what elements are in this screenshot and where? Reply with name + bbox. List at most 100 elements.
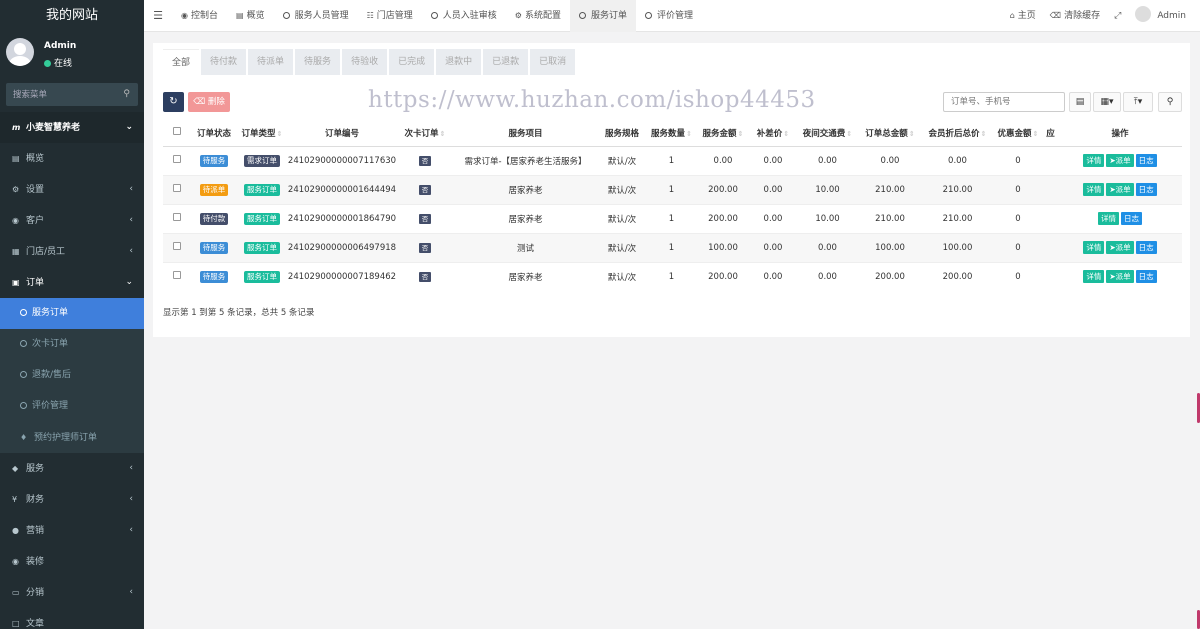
table-row[interactable]: 待派单 服务订单 24102900000001644494 否 居家养老 默认/次 1 200…: [163, 174, 1182, 204]
status-tab-to-serve[interactable]: 待服务: [295, 49, 341, 75]
col-order-no[interactable]: 订单编号: [287, 120, 397, 147]
detail-button[interactable]: 详情: [1083, 241, 1105, 254]
table-row[interactable]: 待付款 服务订单 24102900000001864790 否 居家养老 默认/次 1 200…: [163, 203, 1182, 233]
dispatch-button[interactable]: ➤派单: [1106, 183, 1134, 196]
col-night-fee[interactable]: 夜间交通费⇕: [797, 120, 858, 147]
sidebar-item-decoration[interactable]: ◉ 装修: [0, 546, 144, 577]
menu-toggle-icon[interactable]: ☰: [144, 0, 172, 32]
detail-button[interactable]: 详情: [1083, 154, 1105, 167]
sidebar-search-input[interactable]: [6, 83, 138, 106]
status-tab-refunding[interactable]: 退款中: [436, 49, 482, 75]
col-member-total[interactable]: 会员折后总价⇕: [922, 120, 993, 147]
status-tab-unpaid[interactable]: 待付款: [201, 49, 247, 75]
row-checkbox[interactable]: [173, 213, 181, 221]
status-tab-refunded[interactable]: 已退款: [483, 49, 529, 75]
columns-button[interactable]: ▦▾: [1093, 92, 1121, 112]
col-type[interactable]: 订单类型⇕: [237, 120, 287, 147]
col-diff[interactable]: 补差价⇕: [749, 120, 797, 147]
col-discount[interactable]: 优惠金额⇕: [993, 120, 1043, 147]
tab-system-config[interactable]: ⚙ 系统配置: [506, 0, 570, 32]
log-button[interactable]: 日志: [1135, 183, 1157, 196]
tab-service-orders[interactable]: 服务订单: [569, 0, 636, 32]
sidebar-item-customers[interactable]: ◉ 客户 ‹: [0, 205, 144, 236]
search-icon[interactable]: ⚲: [123, 89, 130, 99]
log-button[interactable]: 日志: [1135, 241, 1157, 254]
status-tab-cancelled[interactable]: 已取消: [530, 49, 576, 75]
sidebar-item-reviews[interactable]: 评价管理: [0, 391, 144, 422]
type-badge: 服务订单: [244, 241, 280, 254]
sidebar-item-finance[interactable]: ¥ 财务 ‹: [0, 484, 144, 515]
circle-icon: [578, 12, 586, 19]
log-button[interactable]: 日志: [1135, 154, 1157, 167]
sidebar-item-services[interactable]: ◆ 服务 ‹: [0, 453, 144, 484]
col-amount[interactable]: 服务金额⇕: [697, 120, 749, 147]
sidebar-item-settings[interactable]: ⚙ 设置 ‹: [0, 174, 144, 205]
sidebar-item-orders[interactable]: ▣ 订单 ⌄: [0, 267, 144, 298]
table-row[interactable]: 待服务 服务订单 24102900000006497918 否测试 默认/次 1 100.0…: [163, 232, 1182, 262]
status-tab-to-dispatch[interactable]: 待派单: [248, 49, 294, 75]
tab-overview[interactable]: ▤ 概览: [227, 0, 274, 32]
sidebar-item-nurse-orders[interactable]: ♦ 预约护理师订单: [0, 422, 144, 453]
table-row[interactable]: 待服务 服务订单 24102900000007189462 否居家养老 默认/次 1 200…: [163, 261, 1182, 291]
row-checkbox[interactable]: [173, 184, 181, 192]
clear-cache-button[interactable]: ⌫ 清除缓存: [1043, 0, 1107, 32]
sidebar-item-brand[interactable]: m 小麦智慧养老 ⌄: [0, 112, 144, 143]
total-cell: 200.00: [858, 261, 922, 291]
sidebar-item-refunds[interactable]: 退款/售后: [0, 360, 144, 391]
diff-cell: 0.00: [749, 174, 797, 204]
sidebar-item-overview[interactable]: ▤ 概览: [0, 143, 144, 174]
row-checkbox[interactable]: [173, 242, 181, 250]
user-menu[interactable]: Admin: [1128, 0, 1200, 32]
tab-staff-review[interactable]: 人员入驻审核: [422, 0, 506, 32]
m-logo-icon: m: [12, 123, 21, 132]
dispatch-button[interactable]: ➤派单: [1106, 270, 1134, 284]
qty-cell: 1: [646, 203, 697, 233]
toggle-view-button[interactable]: ▤: [1069, 92, 1091, 112]
order-no-cell: 24102900000007189462: [287, 261, 397, 291]
detail-button[interactable]: 详情: [1083, 270, 1105, 284]
status-tab-completed[interactable]: 已完成: [389, 49, 435, 75]
col-service-item[interactable]: 服务项目: [453, 120, 598, 147]
col-status[interactable]: 订单状态: [191, 120, 237, 147]
sidebar-item-distribution[interactable]: ▭ 分销 ‹: [0, 577, 144, 608]
col-card-order[interactable]: 次卡订单⇕: [397, 120, 453, 147]
log-button[interactable]: 日志: [1135, 270, 1157, 284]
tab-staff[interactable]: 服务人员管理: [274, 0, 358, 32]
detail-button[interactable]: 详情: [1098, 212, 1119, 225]
home-link[interactable]: ⌂ 主页: [1003, 0, 1043, 32]
status-tab-to-accept[interactable]: 待验收: [342, 49, 388, 75]
sidebar-item-articles[interactable]: □ 文章: [0, 608, 144, 629]
orders-panel: 全部 待付款 待派单 待服务 待验收 已完成 退款中 已退款 已取消 ↻ ⌫ 删…: [153, 43, 1190, 337]
detail-button[interactable]: 详情: [1083, 183, 1105, 196]
export-button[interactable]: ⤒▾: [1123, 92, 1153, 112]
log-button[interactable]: 日志: [1121, 212, 1142, 225]
col-qty[interactable]: 服务数量⇕: [646, 120, 697, 147]
search-button[interactable]: ⚲: [1158, 92, 1182, 112]
item-cell: 居家养老: [453, 174, 598, 204]
sort-icon: ⇕: [908, 129, 915, 138]
dispatch-button[interactable]: ➤派单: [1106, 154, 1134, 167]
dispatch-button[interactable]: ➤派单: [1106, 241, 1134, 254]
sidebar-item-card-orders[interactable]: 次卡订单: [0, 329, 144, 360]
delete-button[interactable]: ⌫ 删除: [188, 92, 230, 112]
order-search-input[interactable]: [944, 93, 1064, 111]
status-tab-all[interactable]: 全部: [163, 49, 200, 75]
sidebar-item-marketing[interactable]: ● 营销 ‹: [0, 515, 144, 546]
col-payable[interactable]: 应: [1043, 120, 1058, 147]
col-total[interactable]: 订单总金额⇕: [858, 120, 922, 147]
palette-icon: ◉: [12, 557, 19, 566]
sidebar-item-service-orders[interactable]: 服务订单: [0, 298, 144, 329]
tab-dashboard[interactable]: ◉ 控制台: [172, 0, 227, 32]
select-all-checkbox[interactable]: [173, 127, 181, 136]
site-logo[interactable]: 我的网站: [0, 0, 144, 32]
tab-stores[interactable]: ☷ 门店管理: [358, 0, 422, 32]
row-checkbox[interactable]: [173, 155, 181, 163]
tab-reviews[interactable]: 评价管理: [636, 0, 702, 32]
row-checkbox[interactable]: [173, 271, 181, 280]
table-row[interactable]: 待服务 需求订单 24102900000007117630 否 需求订单-【居家养老生活…: [163, 145, 1182, 175]
refresh-button[interactable]: ↻: [163, 92, 184, 112]
fullscreen-icon[interactable]: ⤢: [1107, 0, 1128, 32]
sidebar-item-stores[interactable]: ▦ 门店/员工 ‹: [0, 236, 144, 267]
col-spec[interactable]: 服务规格: [598, 120, 646, 147]
chevron-left-icon: ‹: [129, 525, 133, 535]
